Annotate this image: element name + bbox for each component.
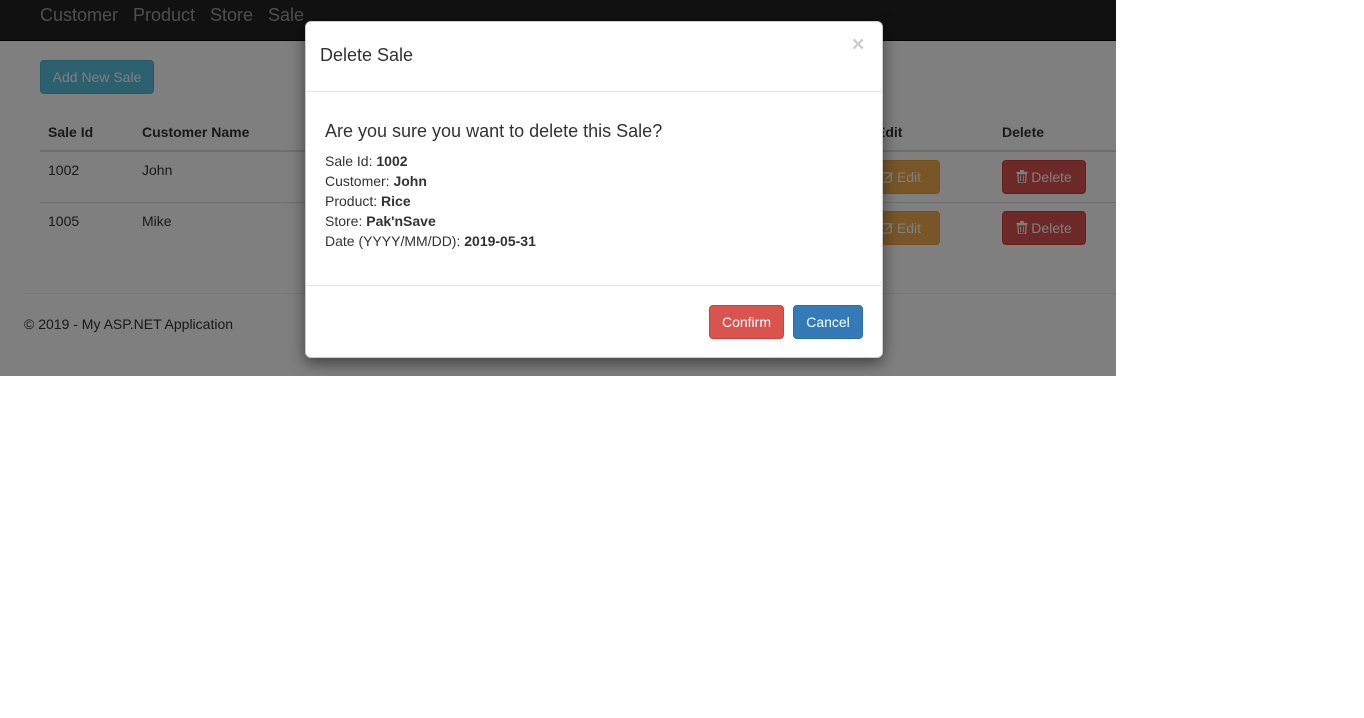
delete-sale-modal: Delete Sale × Are you sure you want to d… — [305, 21, 883, 358]
detail-label: Customer: — [325, 173, 390, 189]
detail-value: Pak'nSave — [366, 213, 436, 229]
detail-store: Store: Pak'nSave — [325, 211, 436, 231]
detail-label: Sale Id: — [325, 153, 373, 169]
cancel-button[interactable]: Cancel — [793, 305, 863, 339]
detail-sale-id: Sale Id: 1002 — [325, 151, 408, 171]
confirm-button[interactable]: Confirm — [709, 305, 784, 339]
close-icon[interactable]: × — [852, 34, 864, 56]
detail-product: Product: Rice — [325, 191, 411, 211]
detail-label: Product: — [325, 193, 378, 209]
detail-value: 1002 — [376, 153, 408, 169]
page: Customer Product Store Sale Add New Sale… — [0, 0, 1116, 376]
detail-customer: Customer: John — [325, 171, 427, 191]
detail-date: Date (YYYY/MM/DD): 2019-05-31 — [325, 231, 536, 251]
modal-title: Delete Sale — [320, 45, 414, 65]
detail-value: Rice — [381, 193, 411, 209]
detail-label: Date (YYYY/MM/DD): — [325, 233, 461, 249]
detail-label: Store: — [325, 213, 363, 229]
detail-value: 2019-05-31 — [464, 233, 536, 249]
modal-header-divider — [306, 91, 882, 92]
modal-footer-divider — [306, 285, 882, 286]
confirm-question: Are you sure you want to delete this Sal… — [325, 121, 663, 141]
detail-value: John — [393, 173, 427, 189]
